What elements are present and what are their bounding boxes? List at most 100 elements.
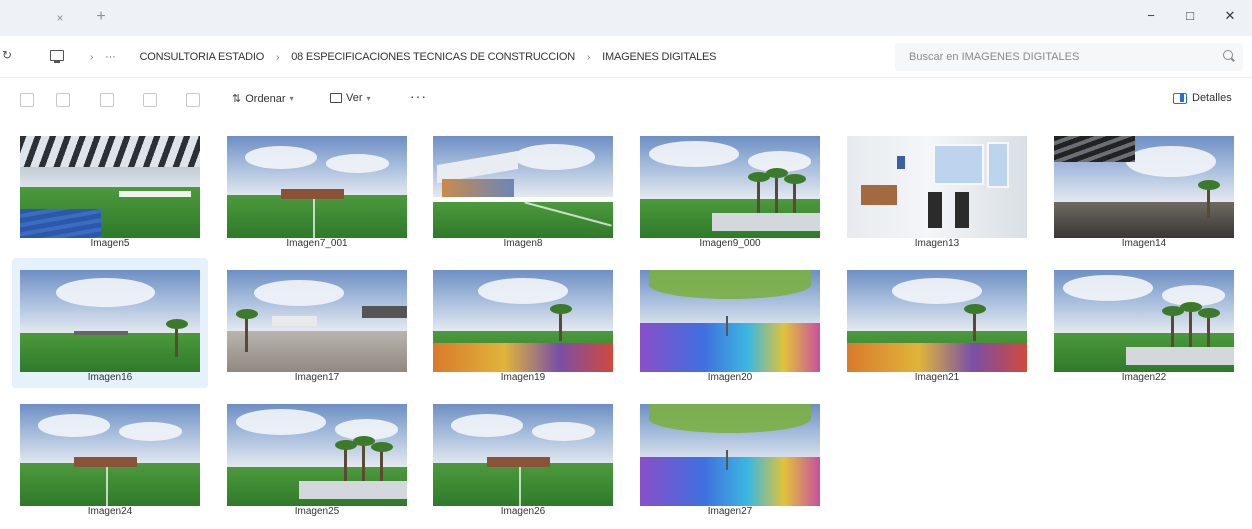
thumbnail-shape — [451, 414, 523, 437]
file-thumbnail[interactable] — [640, 136, 820, 238]
copy-icon[interactable] — [100, 93, 114, 107]
thumbnail-shape — [649, 270, 811, 299]
sort-button[interactable]: ⇅ Ordenar ▾ — [232, 92, 294, 106]
file-item[interactable]: Imagen7_001 — [219, 124, 415, 254]
file-name[interactable]: Imagen5 — [12, 238, 208, 249]
thumbnail-shape — [1054, 136, 1135, 162]
file-thumbnail[interactable] — [227, 270, 407, 372]
breadcrumb-item-current[interactable]: IMAGENES DIGITALES — [602, 51, 716, 63]
file-thumbnail[interactable] — [847, 136, 1027, 238]
more-options-button[interactable]: ··· — [410, 88, 427, 104]
minimize-button[interactable]: − — [1133, 4, 1169, 28]
thumbnail-shape — [56, 278, 155, 307]
this-pc-icon[interactable] — [50, 50, 64, 63]
thumbnail-shape — [433, 343, 613, 372]
file-item[interactable]: Imagen22 — [1046, 258, 1242, 388]
thumbnail-shape — [726, 449, 729, 471]
file-item[interactable]: Imagen8 — [425, 124, 621, 254]
file-thumbnail[interactable] — [20, 404, 200, 506]
thumbnail-shape — [299, 480, 407, 499]
file-item[interactable]: Imagen19 — [425, 258, 621, 388]
cut-icon[interactable] — [56, 93, 70, 107]
title-bar: × + − □ ✕ — [0, 0, 1252, 36]
view-button[interactable]: Ver ▾ — [330, 92, 371, 104]
search-input[interactable]: Buscar en IMAGENES DIGITALES — [895, 43, 1243, 71]
file-item[interactable]: Imagen21 — [839, 258, 1035, 388]
breadcrumb-item[interactable]: CONSULTORIA ESTADIO — [140, 51, 265, 63]
file-thumbnail[interactable] — [1054, 270, 1234, 372]
chevron-right-icon[interactable]: › — [276, 52, 279, 63]
thumbnail-shape — [1126, 346, 1234, 365]
chevron-right-icon[interactable]: › — [90, 52, 93, 63]
file-thumbnail[interactable] — [1054, 136, 1234, 238]
file-item[interactable]: Imagen27 — [632, 392, 828, 522]
file-item[interactable]: Imagen13 — [839, 124, 1035, 254]
tab-close-icon[interactable]: × — [50, 9, 70, 27]
close-button[interactable]: ✕ — [1212, 4, 1248, 28]
thumbnail-shape — [442, 178, 514, 198]
details-button[interactable]: Detalles — [1173, 92, 1232, 104]
file-name[interactable]: Imagen8 — [425, 238, 621, 249]
thumbnail-shape — [236, 409, 326, 435]
file-thumbnail[interactable] — [227, 404, 407, 506]
file-name[interactable]: Imagen9_000 — [632, 238, 828, 249]
thumbnail-shape — [1063, 275, 1153, 301]
file-thumbnail[interactable] — [433, 136, 613, 238]
thumbnail-shape — [326, 154, 389, 173]
file-item[interactable]: Imagen5 — [12, 124, 208, 254]
thumbnail-shape — [20, 333, 200, 372]
file-name[interactable]: Imagen24 — [12, 506, 208, 517]
file-name[interactable]: Imagen20 — [632, 372, 828, 383]
file-name[interactable]: Imagen14 — [1046, 238, 1242, 249]
new-item-icon[interactable] — [20, 93, 34, 107]
file-item[interactable]: Imagen25 — [219, 392, 415, 522]
thumbnail-shape — [38, 414, 110, 437]
breadcrumb-overflow[interactable]: ··· — [105, 51, 116, 63]
file-name[interactable]: Imagen27 — [632, 506, 828, 517]
new-tab-button[interactable]: + — [90, 7, 112, 27]
file-name[interactable]: Imagen7_001 — [219, 238, 415, 249]
thumbnail-shape — [955, 192, 970, 228]
file-name[interactable]: Imagen16 — [12, 372, 208, 383]
file-name[interactable]: Imagen13 — [839, 238, 1035, 249]
maximize-button[interactable]: □ — [1172, 4, 1208, 28]
file-name[interactable]: Imagen22 — [1046, 372, 1242, 383]
file-thumbnail[interactable] — [433, 270, 613, 372]
file-item[interactable]: Imagen16 — [12, 258, 208, 388]
file-item[interactable]: Imagen9_000 — [632, 124, 828, 254]
thumbnail-shape — [766, 167, 788, 218]
thumbnail-shape — [106, 467, 109, 506]
file-name[interactable]: Imagen26 — [425, 506, 621, 517]
file-item[interactable]: Imagen26 — [425, 392, 621, 522]
file-thumbnail[interactable] — [640, 270, 820, 372]
delete-icon[interactable] — [186, 93, 200, 107]
thumbnail-shape — [313, 199, 316, 238]
thumbnail-shape — [227, 331, 407, 372]
file-name[interactable]: Imagen19 — [425, 372, 621, 383]
refresh-icon[interactable]: ↻ — [2, 48, 12, 62]
thumbnail-shape — [550, 303, 572, 342]
file-thumbnail[interactable] — [433, 404, 613, 506]
thumbnail-shape — [433, 202, 613, 238]
file-item[interactable]: Imagen20 — [632, 258, 828, 388]
file-name[interactable]: Imagen25 — [219, 506, 415, 517]
breadcrumb-item[interactable]: 08 ESPECIFICACIONES TECNICAS DE CONSTRUC… — [291, 51, 575, 63]
file-thumbnail[interactable] — [640, 404, 820, 506]
thumbnail-shape — [519, 467, 522, 506]
file-item[interactable]: Imagen17 — [219, 258, 415, 388]
file-thumbnail[interactable] — [20, 270, 200, 372]
paste-icon[interactable] — [143, 93, 157, 107]
file-name[interactable]: Imagen17 — [219, 372, 415, 383]
file-thumbnail[interactable] — [227, 136, 407, 238]
chevron-right-icon[interactable]: › — [587, 52, 590, 63]
thumbnail-shape — [649, 404, 811, 433]
thumbnail-shape — [712, 212, 820, 231]
file-thumbnail[interactable] — [20, 136, 200, 238]
file-name[interactable]: Imagen21 — [839, 372, 1035, 383]
file-thumbnail[interactable] — [847, 270, 1027, 372]
file-item[interactable]: Imagen24 — [12, 392, 208, 522]
details-label: Detalles — [1192, 92, 1232, 104]
thumbnail-shape — [532, 422, 595, 441]
file-item[interactable]: Imagen14 — [1046, 124, 1242, 254]
search-icon[interactable] — [1223, 50, 1233, 60]
